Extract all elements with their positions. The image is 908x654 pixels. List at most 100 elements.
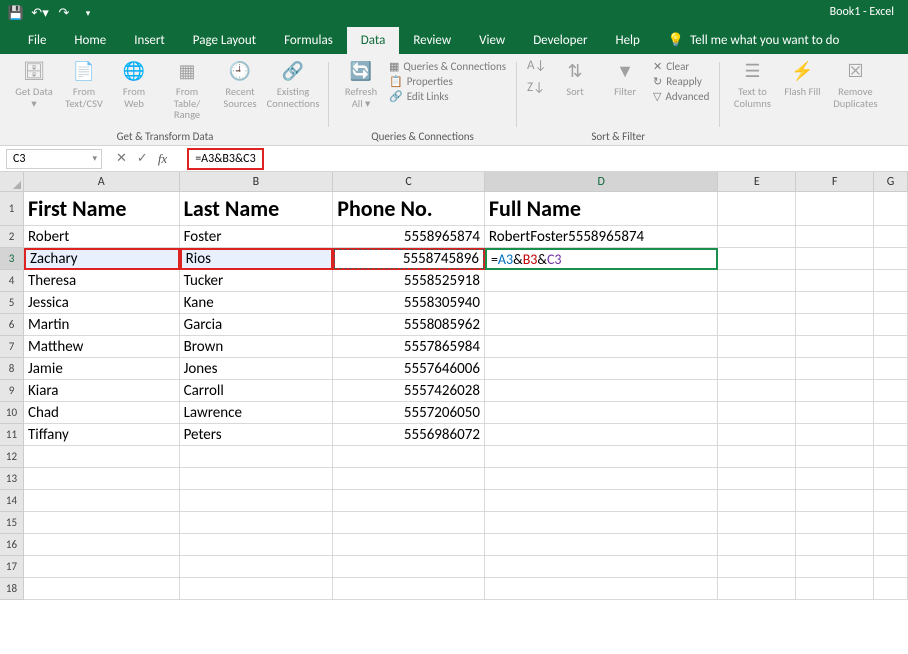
cell-A10[interactable]: Chad — [24, 402, 180, 424]
cell-F2[interactable] — [796, 226, 874, 248]
cell-G16[interactable] — [874, 534, 908, 556]
cell-B12[interactable] — [180, 446, 334, 468]
cell-F4[interactable] — [796, 270, 874, 292]
cell-F1[interactable] — [796, 192, 874, 226]
cell-E16[interactable] — [718, 534, 796, 556]
row-header-5[interactable]: 5 — [0, 292, 24, 314]
cell-E2[interactable] — [718, 226, 796, 248]
row-header-11[interactable]: 11 — [0, 424, 24, 446]
cell-A3[interactable]: Zachary — [24, 248, 180, 270]
cell-C3[interactable]: 5558745896 — [333, 248, 485, 270]
cell-D17[interactable] — [485, 556, 718, 578]
cell-B4[interactable]: Tucker — [180, 270, 334, 292]
row-header-16[interactable]: 16 — [0, 534, 24, 556]
cell-F14[interactable] — [796, 490, 874, 512]
cell-G13[interactable] — [874, 468, 908, 490]
properties-button[interactable]: 📋 Properties — [389, 75, 453, 88]
cell-E13[interactable] — [718, 468, 796, 490]
reapply-filter-button[interactable]: ↻ Reapply — [653, 75, 702, 88]
cell-B18[interactable] — [180, 578, 334, 600]
cell-F5[interactable] — [796, 292, 874, 314]
cell-A14[interactable] — [24, 490, 180, 512]
flash-fill-button[interactable]: ⚡Flash Fill — [780, 58, 824, 145]
tell-me-search[interactable]: 💡 Tell me what you want to do — [654, 27, 854, 54]
cell-C11[interactable]: 5556986072 — [333, 424, 485, 446]
row-header-7[interactable]: 7 — [0, 336, 24, 358]
cell-D1[interactable]: Full Name — [485, 192, 718, 226]
cell-F10[interactable] — [796, 402, 874, 424]
cell-G15[interactable] — [874, 512, 908, 534]
sort-asc-button[interactable]: A↓ — [527, 58, 547, 78]
fx-icon[interactable]: fx — [158, 151, 167, 167]
row-header-2[interactable]: 2 — [0, 226, 24, 248]
cell-A1[interactable]: First Name — [24, 192, 180, 226]
cell-E4[interactable] — [718, 270, 796, 292]
cell-C2[interactable]: 5558965874 — [333, 226, 485, 248]
cell-B2[interactable]: Foster — [180, 226, 334, 248]
cell-G1[interactable] — [874, 192, 908, 226]
cell-A12[interactable] — [24, 446, 180, 468]
cell-B3[interactable]: Rios — [180, 248, 334, 270]
cell-E14[interactable] — [718, 490, 796, 512]
cell-B13[interactable] — [180, 468, 334, 490]
queries-connections-button[interactable]: ▦ Queries & Connections — [389, 60, 506, 73]
cell-C17[interactable] — [333, 556, 485, 578]
cell-D3[interactable]: =A3&B3&C3 — [485, 248, 718, 270]
cell-G9[interactable] — [874, 380, 908, 402]
redo-icon[interactable]: ↷ — [56, 5, 72, 21]
cell-A6[interactable]: Martin — [24, 314, 180, 336]
cancel-edit-icon[interactable]: ✕ — [116, 151, 127, 167]
cell-B9[interactable]: Carroll — [180, 380, 334, 402]
cell-B6[interactable]: Garcia — [180, 314, 334, 336]
cell-C15[interactable] — [333, 512, 485, 534]
tab-insert[interactable]: Insert — [120, 27, 179, 54]
cell-E11[interactable] — [718, 424, 796, 446]
cell-F6[interactable] — [796, 314, 874, 336]
cell-F9[interactable] — [796, 380, 874, 402]
cell-A17[interactable] — [24, 556, 180, 578]
cell-G5[interactable] — [874, 292, 908, 314]
cell-G18[interactable] — [874, 578, 908, 600]
advanced-filter-button[interactable]: ▽ Advanced — [653, 90, 709, 103]
row-header-10[interactable]: 10 — [0, 402, 24, 424]
cell-D4[interactable] — [485, 270, 718, 292]
cell-D6[interactable] — [485, 314, 718, 336]
tab-home[interactable]: Home — [60, 27, 120, 54]
cell-E1[interactable] — [718, 192, 796, 226]
cell-E18[interactable] — [718, 578, 796, 600]
text-to-columns-button[interactable]: ☰Text to Columns — [730, 58, 774, 145]
cell-F17[interactable] — [796, 556, 874, 578]
cell-A7[interactable]: Matthew — [24, 336, 180, 358]
cell-G10[interactable] — [874, 402, 908, 424]
col-header-C[interactable]: C — [333, 172, 485, 191]
cell-C10[interactable]: 5557206050 — [333, 402, 485, 424]
cell-C12[interactable] — [333, 446, 485, 468]
cell-G14[interactable] — [874, 490, 908, 512]
cell-D15[interactable] — [485, 512, 718, 534]
cell-C13[interactable] — [333, 468, 485, 490]
cell-G6[interactable] — [874, 314, 908, 336]
cell-B7[interactable]: Brown — [180, 336, 334, 358]
tab-formulas[interactable]: Formulas — [270, 27, 347, 54]
cell-C18[interactable] — [333, 578, 485, 600]
tab-view[interactable]: View — [465, 27, 519, 54]
cell-E3[interactable] — [718, 248, 796, 270]
qat-customize-icon[interactable]: ▾ — [80, 5, 96, 21]
cell-G4[interactable] — [874, 270, 908, 292]
cell-B8[interactable]: Jones — [180, 358, 334, 380]
cell-D7[interactable] — [485, 336, 718, 358]
cell-G2[interactable] — [874, 226, 908, 248]
cell-A2[interactable]: Robert — [24, 226, 180, 248]
undo-icon[interactable]: ↶▾ — [32, 5, 48, 21]
row-header-4[interactable]: 4 — [0, 270, 24, 292]
cell-B17[interactable] — [180, 556, 334, 578]
tab-developer[interactable]: Developer — [519, 27, 601, 54]
cell-F8[interactable] — [796, 358, 874, 380]
cell-B16[interactable] — [180, 534, 334, 556]
cell-G7[interactable] — [874, 336, 908, 358]
edit-links-button[interactable]: 🔗 Edit Links — [389, 90, 449, 103]
cell-A16[interactable] — [24, 534, 180, 556]
row-header-13[interactable]: 13 — [0, 468, 24, 490]
cell-F16[interactable] — [796, 534, 874, 556]
row-header-3[interactable]: 3 — [0, 248, 24, 270]
